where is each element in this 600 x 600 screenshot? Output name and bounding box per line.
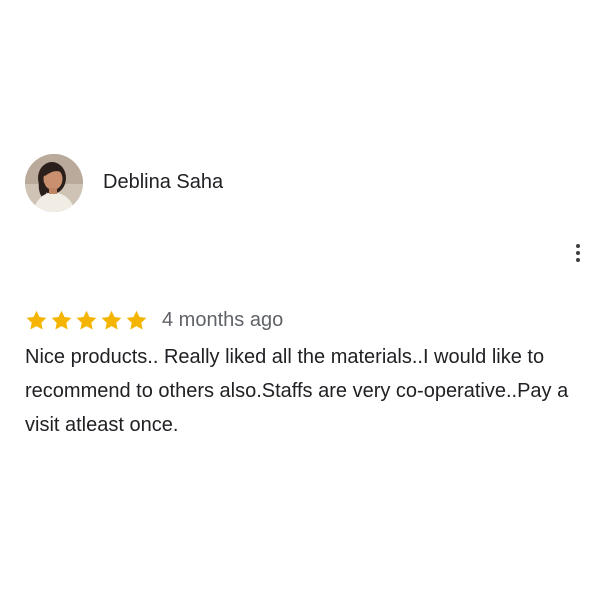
star-icon <box>51 310 72 330</box>
avatar-photo <box>25 154 83 212</box>
reviewer-name[interactable]: Deblina Saha <box>103 171 223 194</box>
reviewer-avatar[interactable] <box>25 154 83 212</box>
rating-row: 4 months ago <box>25 306 283 334</box>
more-vert-icon-dot <box>576 258 580 262</box>
star-rating <box>25 309 148 332</box>
more-vert-icon-dot <box>576 251 580 255</box>
star-icon <box>126 310 147 330</box>
more-options-button[interactable] <box>566 238 590 268</box>
review-card: Deblina Saha 4 months ago Nice products.… <box>0 0 600 600</box>
more-vert-icon <box>576 244 580 248</box>
review-text: Nice products.. Really liked all the mat… <box>25 346 569 436</box>
review-date: 4 months ago <box>162 308 284 331</box>
star-icon <box>101 310 122 330</box>
star-icon <box>76 310 97 330</box>
star-icon <box>26 310 47 330</box>
